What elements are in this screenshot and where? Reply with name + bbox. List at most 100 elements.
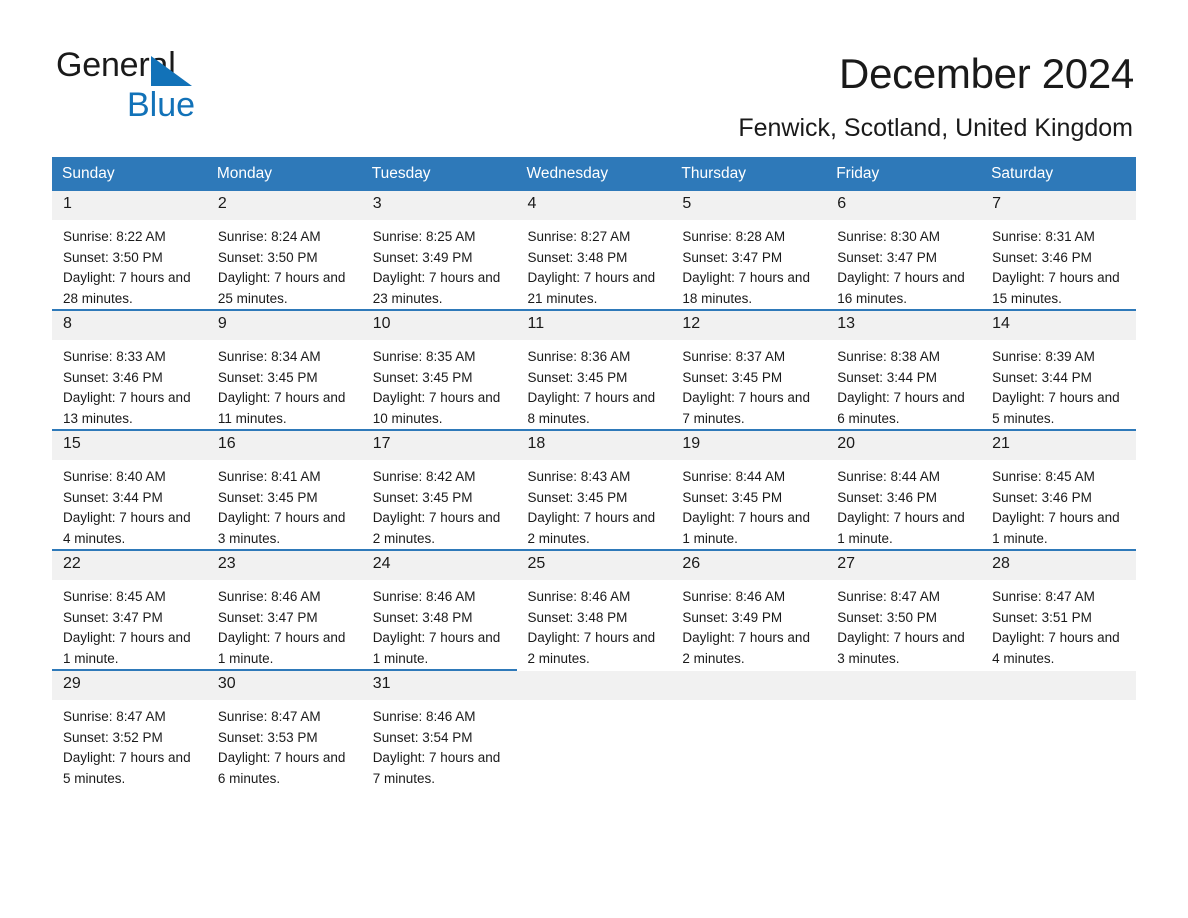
day-number: 23 [206,551,362,581]
sunrise-text: Sunrise: 8:27 AM [527,229,631,244]
calendar-day-cell[interactable]: 6 Sunrise: 8:30 AM Sunset: 3:47 PM Daylight… [826,191,982,310]
sunrise-text: Sunrise: 8:31 AM [992,229,1095,244]
daylight-text: Daylight: 7 hours and 1 minute. [217,630,346,666]
calendar-day-cell[interactable]: 7 Sunrise: 8:31 AM Sunset: 3:46 PM Daylight… [981,191,1136,310]
calendar-day-cell[interactable]: 27 Sunrise: 8:47 AM Sunset: 3:50 PM Dayligh… [826,549,982,671]
calendar-week-row: 22 Sunrise: 8:45 AM Sunset: 3:47 PM Dayligh… [52,549,1136,671]
calendar-day-cell[interactable]: 26 Sunrise: 8:46 AM Sunset: 3:49 PM Dayligh… [671,549,827,671]
daylight-text: Daylight: 7 hours and 5 minutes. [992,390,1120,426]
logo-triangle-icon [151,56,192,86]
calendar-header-row: Sunday Monday Tuesday Wednesday Thursday Frid… [52,157,1136,191]
day-details: Sunrise: 8:45 AM Sunset: 3:46 PM Daylight:… [981,460,1136,549]
calendar-day-cell[interactable]: 9 Sunrise: 8:34 AM Sunset: 3:45 PM Daylight… [206,309,362,431]
daylight-text: Daylight: 7 hours and 8 minutes. [527,390,656,426]
daylight-text: Daylight: 7 hours and 6 minutes. [837,390,965,426]
daylight-text: Daylight: 7 hours and 7 minutes. [372,750,501,786]
sunset-text: Sunset: 3:49 PM [372,249,473,265]
sunset-text: Sunset: 3:46 PM [837,489,938,505]
sunset-text: Sunset: 3:49 PM [682,609,783,625]
calendar-day-cell[interactable]: 2 Sunrise: 8:24 AM Sunset: 3:50 PM Daylight… [206,191,362,310]
daylight-text: Daylight: 7 hours and 2 minutes. [372,510,501,546]
day-number: 15 [52,431,207,461]
sunrise-text: Sunrise: 8:35 AM [372,349,476,365]
calendar-day-cell[interactable]: 17 Sunrise: 8:42 AM Sunset: 3:45 PM Dayligh… [361,429,517,551]
calendar-day-cell[interactable]: 12 Sunrise: 8:37 AM Sunset: 3:45 PM Dayligh… [671,309,827,431]
day-number: 24 [361,551,517,581]
calendar-day-cell[interactable]: 25 Sunrise: 8:46 AM Sunset: 3:48 PM Dayligh… [516,549,672,671]
sunset-text: Sunset: 3:54 PM [372,729,473,745]
sunset-text: Sunset: 3:50 PM [837,609,938,625]
calendar-day-cell[interactable]: 5 Sunrise: 8:28 AM Sunset: 3:47 PM Daylight… [671,191,827,310]
daylight-text: Daylight: 7 hours and 2 minutes. [527,630,656,666]
calendar-day-cell[interactable]: 15 Sunrise: 8:40 AM Sunset: 3:44 PM Dayligh… [52,429,207,551]
calendar-day-cell[interactable]: 31 Sunrise: 8:46 AM Sunset: 3:54 PM Dayligh… [361,669,517,790]
day-number: 10 [361,311,517,341]
sunrise-text: Sunrise: 8:43 AM [527,469,631,485]
sunrise-text: Sunrise: 8:37 AM [682,349,786,365]
day-details: Sunrise: 8:22 AM Sunset: 3:50 PM Daylight:… [52,220,207,309]
calendar-day-cell[interactable]: 21 Sunrise: 8:45 AM Sunset: 3:46 PM Dayligh… [981,429,1136,551]
day-number: 18 [516,431,672,461]
weekday-header-wednesday: Wednesday [516,157,672,191]
calendar-day-cell[interactable]: 14 Sunrise: 8:39 AM Sunset: 3:44 PM Dayligh… [981,309,1136,431]
calendar-day-cell[interactable]: 16 Sunrise: 8:41 AM Sunset: 3:45 PM Dayligh… [206,429,362,551]
day-details: Sunrise: 8:43 AM Sunset: 3:45 PM Daylight:… [517,460,672,549]
sunrise-text: Sunrise: 8:47 AM [63,709,166,725]
day-details: Sunrise: 8:47 AM Sunset: 3:53 PM Daylight:… [207,700,362,789]
day-number: 6 [826,191,982,220]
calendar-page: General Blue December 2024 Fenwick, Scot… [0,0,1188,918]
day-number: 9 [206,311,362,341]
calendar-day-cell[interactable]: 29 Sunrise: 8:47 AM Sunset: 3:52 PM Dayligh… [52,669,207,790]
day-number: 8 [52,311,207,341]
calendar-day-cell[interactable]: 4 Sunrise: 8:27 AM Sunset: 3:48 PM Daylight… [516,191,672,310]
sunset-text: Sunset: 3:51 PM [992,609,1092,625]
weekday-header-friday: Friday [826,157,982,191]
day-details: Sunrise: 8:42 AM Sunset: 3:45 PM Daylight:… [362,460,517,549]
weekday-header-monday: Monday [206,157,362,191]
calendar-day-cell[interactable]: 28 Sunrise: 8:47 AM Sunset: 3:51 PM Dayligh… [981,549,1136,671]
calendar-day-cell[interactable]: 8 Sunrise: 8:33 AM Sunset: 3:46 PM Daylight… [52,309,207,431]
calendar-day-cell[interactable]: 10 Sunrise: 8:35 AM Sunset: 3:45 PM Dayligh… [361,309,517,431]
sunset-text: Sunset: 3:44 PM [63,489,163,505]
day-details: Sunrise: 8:40 AM Sunset: 3:44 PM Daylight:… [52,460,207,549]
daylight-text: Daylight: 7 hours and 7 minutes. [682,390,810,426]
sunset-text: Sunset: 3:45 PM [527,369,628,385]
calendar-day-cell-empty [671,669,827,790]
sunset-text: Sunset: 3:45 PM [217,369,318,385]
calendar-day-cell[interactable]: 30 Sunrise: 8:47 AM Sunset: 3:53 PM Dayligh… [206,669,362,790]
day-number: 14 [981,311,1136,341]
sunset-text: Sunset: 3:48 PM [372,609,473,625]
sunset-text: Sunset: 3:47 PM [682,249,783,265]
daylight-text: Daylight: 7 hours and 18 minutes. [682,270,810,306]
calendar-day-cell[interactable]: 20 Sunrise: 8:44 AM Sunset: 3:46 PM Dayligh… [826,429,982,551]
daylight-text: Daylight: 7 hours and 10 minutes. [372,390,501,426]
calendar-day-cell[interactable]: 13 Sunrise: 8:38 AM Sunset: 3:44 PM Dayligh… [826,309,982,431]
day-details: Sunrise: 8:46 AM Sunset: 3:54 PM Daylight:… [362,700,517,789]
calendar-day-cell[interactable]: 23 Sunrise: 8:46 AM Sunset: 3:47 PM Dayligh… [206,549,362,671]
calendar-day-cell[interactable]: 1 Sunrise: 8:22 AM Sunset: 3:50 PM Daylight… [52,191,207,310]
sunrise-text: Sunrise: 8:45 AM [992,469,1095,485]
sunrise-text: Sunrise: 8:36 AM [527,349,631,365]
calendar-day-cell[interactable]: 22 Sunrise: 8:45 AM Sunset: 3:47 PM Dayligh… [52,549,207,671]
calendar-day-cell[interactable]: 19 Sunrise: 8:44 AM Sunset: 3:45 PM Dayligh… [671,429,827,551]
daylight-text: Daylight: 7 hours and 15 minutes. [992,270,1120,306]
calendar-week-row: 1 Sunrise: 8:22 AM Sunset: 3:50 PM Daylight… [52,191,1136,310]
day-details: Sunrise: 8:45 AM Sunset: 3:47 PM Daylight:… [52,580,207,669]
calendar-day-cell[interactable]: 24 Sunrise: 8:46 AM Sunset: 3:48 PM Dayligh… [361,549,517,671]
sunset-text: Sunset: 3:52 PM [63,729,163,745]
calendar-day-cell[interactable]: 11 Sunrise: 8:36 AM Sunset: 3:45 PM Dayligh… [516,309,672,431]
calendar-day-cell-empty [516,669,672,790]
daylight-text: Daylight: 7 hours and 3 minutes. [837,630,965,666]
day-number: 21 [981,431,1136,461]
sunrise-text: Sunrise: 8:47 AM [217,709,321,725]
sunrise-text: Sunrise: 8:46 AM [217,589,321,605]
sunrise-text: Sunrise: 8:24 AM [217,229,321,244]
sunrise-text: Sunrise: 8:46 AM [372,709,476,725]
daylight-text: Daylight: 7 hours and 5 minutes. [63,750,191,786]
sunset-text: Sunset: 3:45 PM [372,489,473,505]
calendar-day-cell[interactable]: 18 Sunrise: 8:43 AM Sunset: 3:45 PM Dayligh… [516,429,672,551]
day-details: Sunrise: 8:33 AM Sunset: 3:46 PM Daylight:… [52,340,207,429]
page-header: General Blue December 2024 Fenwick, Scot… [0,0,1188,142]
calendar-day-cell[interactable]: 3 Sunrise: 8:25 AM Sunset: 3:49 PM Daylight… [361,191,517,310]
sunset-text: Sunset: 3:45 PM [217,489,318,505]
